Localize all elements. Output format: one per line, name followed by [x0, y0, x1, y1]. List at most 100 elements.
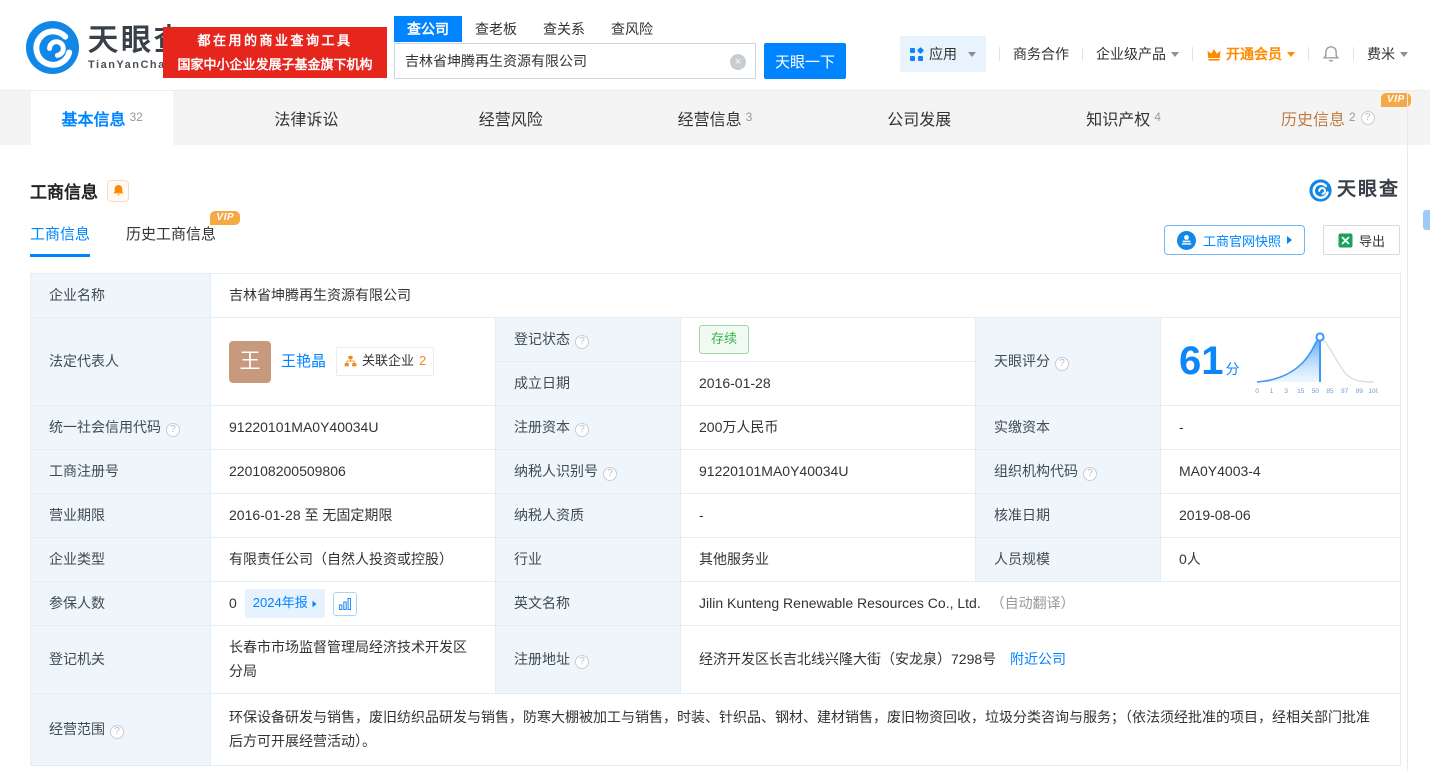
table-row: 企业类型 有限责任公司（自然人投资或控股） 行业 其他服务业 人员规模 0人 — [31, 538, 1401, 582]
annual-report-badge[interactable]: 2024年报 — [245, 589, 325, 617]
insured-count-value: 0 — [229, 592, 237, 616]
apps-menu[interactable]: 应用 — [900, 36, 986, 72]
table-row: 登记机关 长春市市场监督管理局经济技术开发区分局 注册地址? 经济开发区长吉北线… — [31, 626, 1401, 694]
legal-rep-label: 法定代表人 — [31, 318, 211, 406]
official-snapshot-button[interactable]: 工商官网快照 — [1164, 225, 1305, 255]
divider — [1353, 47, 1354, 61]
help-icon[interactable]: ? — [575, 335, 589, 349]
business-term-value: 2016-01-28 至 无固定期限 — [211, 494, 496, 538]
help-icon[interactable]: ? — [575, 655, 589, 669]
divider — [1308, 47, 1309, 61]
help-icon[interactable]: ? — [166, 423, 180, 437]
related-companies-badge[interactable]: 关联企业 2 — [336, 347, 434, 375]
help-icon[interactable]: ? — [1083, 467, 1097, 481]
svg-text:85: 85 — [1326, 388, 1334, 395]
enterprise-menu[interactable]: 企业级产品 — [1096, 44, 1179, 64]
export-button[interactable]: 导出 — [1323, 225, 1400, 255]
tab-operational-risk[interactable]: 经营风险 — [409, 91, 613, 145]
table-row: 法定代表人 王 王艳晶 关联企业 — [31, 318, 1401, 362]
search-tab-company[interactable]: 查公司 — [394, 16, 462, 42]
side-drawer-handle[interactable] — [1423, 210, 1430, 230]
tab-history-info[interactable]: 历史信息 2 ? VIP — [1226, 91, 1430, 145]
table-row: 营业期限 2016-01-28 至 无固定期限 纳税人资质 - 核准日期 201… — [31, 494, 1401, 538]
registration-authority-label: 登记机关 — [31, 626, 211, 694]
tianyancha-logo-icon — [1309, 179, 1332, 202]
taxpayer-quality-value: - — [681, 494, 976, 538]
business-scope-value: 环保设备研发与销售，废旧纺织品研发与销售，防寒大棚被加工与销售，时装、针织品、钢… — [211, 694, 1401, 766]
reg-capital-value: 200万人民币 — [681, 406, 976, 450]
business-term-label: 营业期限 — [31, 494, 211, 538]
clear-icon[interactable]: × — [730, 54, 746, 70]
help-icon[interactable]: ? — [575, 423, 589, 437]
subscribe-alert-button[interactable] — [107, 180, 129, 202]
help-icon[interactable]: ? — [603, 467, 617, 481]
insured-count-label: 参保人数 — [31, 582, 211, 626]
uscc-label: 统一社会信用代码? — [31, 406, 211, 450]
insured-trend-button[interactable] — [333, 592, 357, 616]
svg-text:100: 100 — [1368, 388, 1378, 395]
divider — [1192, 47, 1193, 61]
establish-date-label: 成立日期 — [496, 362, 681, 406]
divider — [1082, 47, 1083, 61]
cooperation-link[interactable]: 商务合作 — [1013, 44, 1069, 64]
avatar[interactable]: 王 — [229, 341, 271, 383]
registered-address-value: 经济开发区长吉北线兴隆大街（安龙泉）7298号 — [699, 651, 996, 667]
svg-text:50: 50 — [1311, 388, 1319, 395]
subtab-history-registration[interactable]: 历史工商信息 VIP — [126, 223, 216, 257]
page: 天眼查 TianYanCha.com 都在用的商业查询工具 国家中小企业发展子基… — [0, 0, 1430, 771]
taxpayer-quality-label: 纳税人资质 — [496, 494, 681, 538]
trend-chart-icon — [338, 597, 352, 611]
table-row: 统一社会信用代码? 91220101MA0Y40034U 注册资本? 200万人… — [31, 406, 1401, 450]
search-button[interactable]: 天眼一下 — [764, 43, 846, 79]
vip-upgrade-menu[interactable]: 开通会员 — [1206, 44, 1295, 64]
org-code-value: MA0Y4003-4 — [1161, 450, 1401, 494]
section-title: 工商信息 — [30, 178, 98, 203]
auto-translate-note: （自动翻译） — [991, 595, 1075, 611]
user-menu[interactable]: 费米 — [1367, 44, 1408, 64]
svg-text:3: 3 — [1284, 388, 1288, 395]
staff-size-value: 0人 — [1161, 538, 1401, 582]
search-tab-relation[interactable]: 查关系 — [530, 16, 598, 42]
company-nav-tabs: 基本信息 32 法律诉讼 经营风险 经营信息 3 公司发展 知识产权 4 — [0, 90, 1430, 145]
search-input[interactable] — [395, 44, 755, 78]
status-badge: 存续 — [699, 325, 749, 353]
main-content: 工商信息 天眼查 工商信息 历史工商信息 VIP — [0, 145, 1430, 766]
uscc-value: 91220101MA0Y40034U — [211, 406, 496, 450]
svg-text:0: 0 — [1255, 388, 1259, 395]
search-input-wrap: × — [394, 43, 756, 79]
help-icon[interactable]: ? — [1055, 357, 1069, 371]
company-type-value: 有限责任公司（自然人投资或控股） — [211, 538, 496, 582]
notifications-button[interactable] — [1322, 45, 1340, 63]
tab-intellectual-property[interactable]: 知识产权 4 — [1021, 91, 1225, 145]
tab-count: 3 — [746, 110, 753, 124]
table-row: 参保人数 0 2024年报 — [31, 582, 1401, 626]
top-navigation: 应用 商务合作 企业级产品 开通会员 — [900, 36, 1408, 72]
industry-value: 其他服务业 — [681, 538, 976, 582]
tab-business-info[interactable]: 经营信息 3 — [613, 91, 817, 145]
stamp-icon — [1177, 231, 1196, 250]
org-chart-icon — [344, 355, 357, 368]
search-tab-risk[interactable]: 查风险 — [598, 16, 666, 42]
nearby-companies-link[interactable]: 附近公司 — [1010, 651, 1066, 667]
subtab-business-registration[interactable]: 工商信息 — [30, 223, 90, 257]
svg-text:1: 1 — [1269, 388, 1273, 395]
tab-count: 4 — [1154, 110, 1161, 124]
help-icon[interactable]: ? — [1361, 111, 1375, 125]
reg-capital-label: 注册资本? — [496, 406, 681, 450]
chevron-down-icon — [1287, 52, 1295, 57]
tab-basic-info[interactable]: 基本信息 32 — [0, 91, 204, 145]
header: 天眼查 TianYanCha.com 都在用的商业查询工具 国家中小企业发展子基… — [0, 0, 1430, 90]
legal-rep-name-link[interactable]: 王艳晶 — [281, 349, 326, 375]
help-icon[interactable]: ? — [110, 725, 124, 739]
registered-address-cell: 经济开发区长吉北线兴隆大街（安龙泉）7298号 附近公司 — [681, 626, 1401, 694]
insured-count-cell: 0 2024年报 — [211, 582, 496, 626]
business-info-table: 企业名称 吉林省坤腾再生资源有限公司 法定代表人 王 王艳晶 — [30, 273, 1401, 766]
tab-company-development[interactable]: 公司发展 — [817, 91, 1021, 145]
tab-legal-proceedings[interactable]: 法律诉讼 — [204, 91, 408, 145]
table-row: 经营范围? 环保设备研发与销售，废旧纺织品研发与销售，防寒大棚被加工与销售，时装… — [31, 694, 1401, 766]
arrow-right-icon — [1287, 236, 1292, 244]
search-tabs: 查公司 查老板 查关系 查风险 — [394, 16, 846, 42]
apps-grid-icon — [910, 48, 923, 61]
english-name-label: 英文名称 — [496, 582, 681, 626]
search-tab-boss[interactable]: 查老板 — [462, 16, 530, 42]
